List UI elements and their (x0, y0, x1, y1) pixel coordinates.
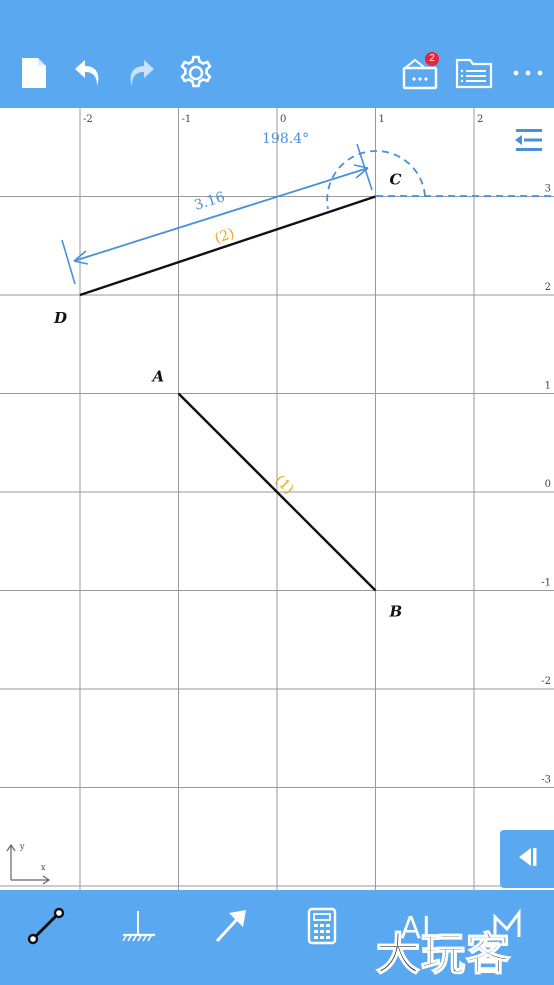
angle-label: 198.4° (262, 131, 309, 147)
redo-button[interactable] (119, 51, 163, 95)
notification-badge: 2 (425, 52, 439, 66)
y-tick-label: -1 (541, 578, 551, 589)
ai-button[interactable]: AI (386, 900, 446, 956)
bottom-toolbar: AI (0, 890, 554, 985)
y-tick-label: 3 (545, 184, 551, 195)
graph-canvas[interactable]: -2-10123210-1-2-3-4 3.16 198.4° (1)(2) A… (0, 97, 554, 890)
play-left-icon (515, 846, 539, 872)
folder-list-icon (454, 56, 494, 90)
point-label-a[interactable]: A (151, 368, 165, 386)
panel-collapse-button[interactable] (508, 122, 548, 162)
grid-lines (0, 97, 554, 890)
calculator-icon (304, 906, 340, 950)
arrow-tool-icon (209, 905, 251, 951)
x-tick-label: -2 (83, 114, 93, 125)
point-label-c[interactable]: C (390, 171, 402, 189)
calculator-button[interactable] (292, 900, 352, 956)
app-root: 2 -2-10123210-1-2-3-4 (0, 0, 554, 985)
settings-button[interactable] (174, 51, 218, 95)
y-tick-label: -3 (541, 775, 551, 786)
graph-svg[interactable]: -2-10123210-1-2-3-4 3.16 198.4° (1)(2) A… (0, 97, 554, 890)
length-label: 3.16 (192, 189, 227, 214)
x-tick-label: 2 (477, 114, 483, 125)
inbox-button[interactable]: 2 (398, 51, 442, 95)
segment-tool-icon (25, 905, 67, 951)
x-tick-label: 1 (379, 114, 385, 125)
y-tick-label: 0 (545, 479, 551, 490)
undo-icon (71, 56, 105, 90)
axis-hint: y x (6, 842, 51, 885)
ai-label: AI (400, 910, 432, 946)
perpendicular-icon (117, 905, 159, 951)
y-tick-label: 2 (545, 282, 551, 293)
segment-label: (1) (271, 472, 296, 497)
x-tick-label: -1 (182, 114, 192, 125)
side-panel-toggle[interactable] (500, 830, 554, 888)
redo-icon (124, 56, 158, 90)
undo-button[interactable] (66, 51, 110, 95)
collapse-menu-icon (512, 126, 544, 158)
segment-tool-button[interactable] (16, 900, 76, 956)
y-tick-label: 1 (545, 381, 551, 392)
file-list-button[interactable] (452, 51, 496, 95)
point-label-d[interactable]: D (53, 309, 67, 327)
gear-icon (177, 54, 215, 92)
x-tick-label: 0 (280, 114, 286, 125)
top-toolbar: 2 (0, 0, 554, 108)
axis-hint-y: y (19, 842, 25, 851)
y-tick-label: -2 (541, 676, 551, 687)
new-file-button[interactable] (12, 51, 56, 95)
axis-hint-x: x (41, 863, 46, 872)
document-icon (19, 56, 49, 90)
dimension-tick-start (61, 239, 76, 285)
brush-icon (487, 905, 529, 951)
more-icon (511, 68, 545, 78)
dimension-overlay: 3.16 198.4° (61, 131, 554, 285)
segment-labels: (1)(2) (213, 226, 297, 498)
brush-tool-button[interactable] (478, 900, 538, 956)
more-button[interactable] (506, 51, 550, 95)
perpendicular-tool-button[interactable] (108, 900, 168, 956)
point-label-b[interactable]: B (389, 603, 403, 621)
vector-tool-button[interactable] (200, 900, 260, 956)
angle-arc (326, 150, 426, 210)
axis-ticks: -2-10123210-1-2-3-4 (83, 114, 551, 884)
